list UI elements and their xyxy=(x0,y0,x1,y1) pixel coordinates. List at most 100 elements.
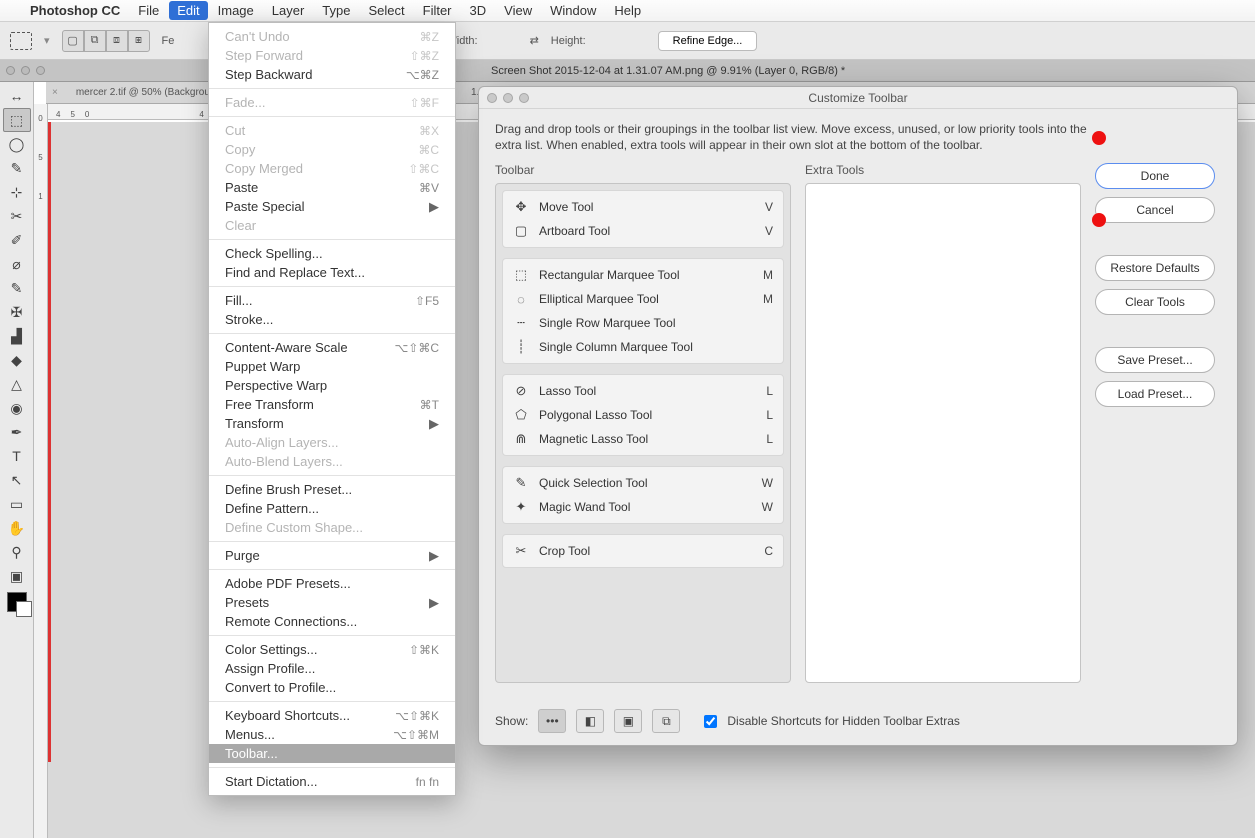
mode-new[interactable]: ▢ xyxy=(62,30,84,52)
show-option-4[interactable]: ⧉ xyxy=(652,709,680,733)
menu-item[interactable]: Step Backward⌥⌘Z xyxy=(209,65,455,84)
tool-clone[interactable]: ✎ xyxy=(3,276,31,300)
done-button[interactable]: Done xyxy=(1095,163,1215,189)
menu-item[interactable]: Adobe PDF Presets... xyxy=(209,574,455,593)
tool-shape[interactable]: ▭ xyxy=(3,492,31,516)
tab-mercer[interactable]: mercer 2.tif @ 50% (Backgrou xyxy=(66,87,221,98)
tool-lasso[interactable]: ◯ xyxy=(3,132,31,156)
tool-marquee[interactable]: ⬚ xyxy=(3,108,31,132)
menu-item[interactable]: Presets▶ xyxy=(209,593,455,612)
tool-quick-select[interactable]: ✎ xyxy=(3,156,31,180)
mode-add[interactable]: ⧉ xyxy=(84,30,106,52)
window-max-icon[interactable] xyxy=(36,66,45,75)
menu-item[interactable]: Keyboard Shortcuts...⌥⇧⌘K xyxy=(209,706,455,725)
tool-dodge[interactable]: ◉ xyxy=(3,396,31,420)
menu-item[interactable]: Menus...⌥⇧⌘M xyxy=(209,725,455,744)
menu-type[interactable]: Type xyxy=(322,3,350,18)
tool-row[interactable]: ┄Single Row Marquee Tool xyxy=(503,311,783,335)
tool-eraser[interactable]: ▟ xyxy=(3,324,31,348)
window-close-icon[interactable] xyxy=(6,66,15,75)
menu-item[interactable]: Paste⌘V xyxy=(209,178,455,197)
menu-image[interactable]: Image xyxy=(218,3,254,18)
menu-item[interactable]: Transform▶ xyxy=(209,414,455,433)
tool-row[interactable]: ⋒Magnetic Lasso ToolL xyxy=(503,427,783,451)
dialog-min-icon[interactable] xyxy=(503,93,513,103)
menu-item[interactable]: Check Spelling... xyxy=(209,244,455,263)
tool-row[interactable]: ✎Quick Selection ToolW xyxy=(503,471,783,495)
menu-item[interactable]: Convert to Profile... xyxy=(209,678,455,697)
tool-group[interactable]: ✥Move ToolV▢Artboard ToolV xyxy=(502,190,784,248)
tool-move[interactable]: ↔ xyxy=(3,84,31,108)
clear-tools-button[interactable]: Clear Tools xyxy=(1095,289,1215,315)
tool-row[interactable]: ⬚Rectangular Marquee ToolM xyxy=(503,263,783,287)
save-preset-button[interactable]: Save Preset... xyxy=(1095,347,1215,373)
show-option-2[interactable]: ◧ xyxy=(576,709,604,733)
marquee-icon[interactable] xyxy=(10,32,32,50)
tool-history[interactable]: ✠ xyxy=(3,300,31,324)
menu-item[interactable]: Remote Connections... xyxy=(209,612,455,631)
tool-row[interactable]: ┊Single Column Marquee Tool xyxy=(503,335,783,359)
menu-edit[interactable]: Edit xyxy=(169,1,207,20)
tool-row[interactable]: ⊘Lasso ToolL xyxy=(503,379,783,403)
tool-group[interactable]: ✎Quick Selection ToolW✦Magic Wand ToolW xyxy=(502,466,784,524)
menu-item[interactable]: Fill...⇧F5 xyxy=(209,291,455,310)
menu-item[interactable]: Purge▶ xyxy=(209,546,455,565)
menu-layer[interactable]: Layer xyxy=(272,3,305,18)
menu-window[interactable]: Window xyxy=(550,3,596,18)
tool-blur[interactable]: △ xyxy=(3,372,31,396)
menu-select[interactable]: Select xyxy=(368,3,404,18)
menu-item[interactable]: Paste Special▶ xyxy=(209,197,455,216)
tool-zoom[interactable]: ⚲ xyxy=(3,540,31,564)
color-swatch[interactable] xyxy=(7,592,27,612)
tool-gradient[interactable]: ◆ xyxy=(3,348,31,372)
mode-int[interactable]: ⧆ xyxy=(128,30,150,52)
tool-group[interactable]: ✂Crop ToolC xyxy=(502,534,784,568)
restore-defaults-button[interactable]: Restore Defaults xyxy=(1095,255,1215,281)
tool-brush[interactable]: ⌀ xyxy=(3,252,31,276)
menu-item[interactable]: Start Dictation...fn fn xyxy=(209,772,455,791)
tool-row[interactable]: ⬠Polygonal Lasso ToolL xyxy=(503,403,783,427)
dialog-max-icon[interactable] xyxy=(519,93,529,103)
tool-crop[interactable]: ⊹ xyxy=(3,180,31,204)
toolbar-list[interactable]: ✥Move ToolV▢Artboard ToolV ⬚Rectangular M… xyxy=(495,183,791,683)
menu-file[interactable]: File xyxy=(138,3,159,18)
menu-item[interactable]: Perspective Warp xyxy=(209,376,455,395)
tool-row[interactable]: ◌Elliptical Marquee ToolM xyxy=(503,287,783,311)
disable-shortcuts-checkbox[interactable] xyxy=(704,715,717,728)
menu-item[interactable]: Color Settings...⇧⌘K xyxy=(209,640,455,659)
menu-item[interactable]: Find and Replace Text... xyxy=(209,263,455,282)
dialog-titlebar[interactable]: Customize Toolbar xyxy=(479,87,1237,109)
tool-row[interactable]: ▢Artboard ToolV xyxy=(503,219,783,243)
tool-row[interactable]: ✥Move ToolV xyxy=(503,195,783,219)
menu-item[interactable]: Free Transform⌘T xyxy=(209,395,455,414)
mode-sub[interactable]: ⧈ xyxy=(106,30,128,52)
menu-item[interactable]: Toolbar... xyxy=(209,744,455,763)
window-min-icon[interactable] xyxy=(21,66,30,75)
tool-hand[interactable]: ✋ xyxy=(3,516,31,540)
tool-group[interactable]: ⬚Rectangular Marquee ToolM◌Elliptical Ma… xyxy=(502,258,784,364)
menu-item[interactable]: Assign Profile... xyxy=(209,659,455,678)
show-option-1[interactable]: ••• xyxy=(538,709,566,733)
menu-filter[interactable]: Filter xyxy=(423,3,452,18)
show-option-3[interactable]: ▣ xyxy=(614,709,642,733)
tool-group[interactable]: ⊘Lasso ToolL⬠Polygonal Lasso ToolL⋒Magne… xyxy=(502,374,784,456)
menu-help[interactable]: Help xyxy=(614,3,641,18)
menu-item[interactable]: Puppet Warp xyxy=(209,357,455,376)
menu-view[interactable]: View xyxy=(504,3,532,18)
tool-path[interactable]: ↖ xyxy=(3,468,31,492)
tool-row[interactable]: ✂Crop ToolC xyxy=(503,539,783,563)
menu-3d[interactable]: 3D xyxy=(470,3,487,18)
tool-heal[interactable]: ✐ xyxy=(3,228,31,252)
tool-edit-toolbar[interactable]: ▣ xyxy=(3,564,31,588)
menu-item[interactable]: Stroke... xyxy=(209,310,455,329)
tool-pen[interactable]: ✒ xyxy=(3,420,31,444)
extra-tools-list[interactable] xyxy=(805,183,1081,683)
tool-type[interactable]: T xyxy=(3,444,31,468)
menu-item[interactable]: Define Brush Preset... xyxy=(209,480,455,499)
refine-edge-button[interactable]: Refine Edge... xyxy=(658,31,758,51)
menu-item[interactable]: Content-Aware Scale⌥⇧⌘C xyxy=(209,338,455,357)
load-preset-button[interactable]: Load Preset... xyxy=(1095,381,1215,407)
dialog-close-icon[interactable] xyxy=(487,93,497,103)
cancel-button[interactable]: Cancel xyxy=(1095,197,1215,223)
tool-row[interactable]: ✦Magic Wand ToolW xyxy=(503,495,783,519)
